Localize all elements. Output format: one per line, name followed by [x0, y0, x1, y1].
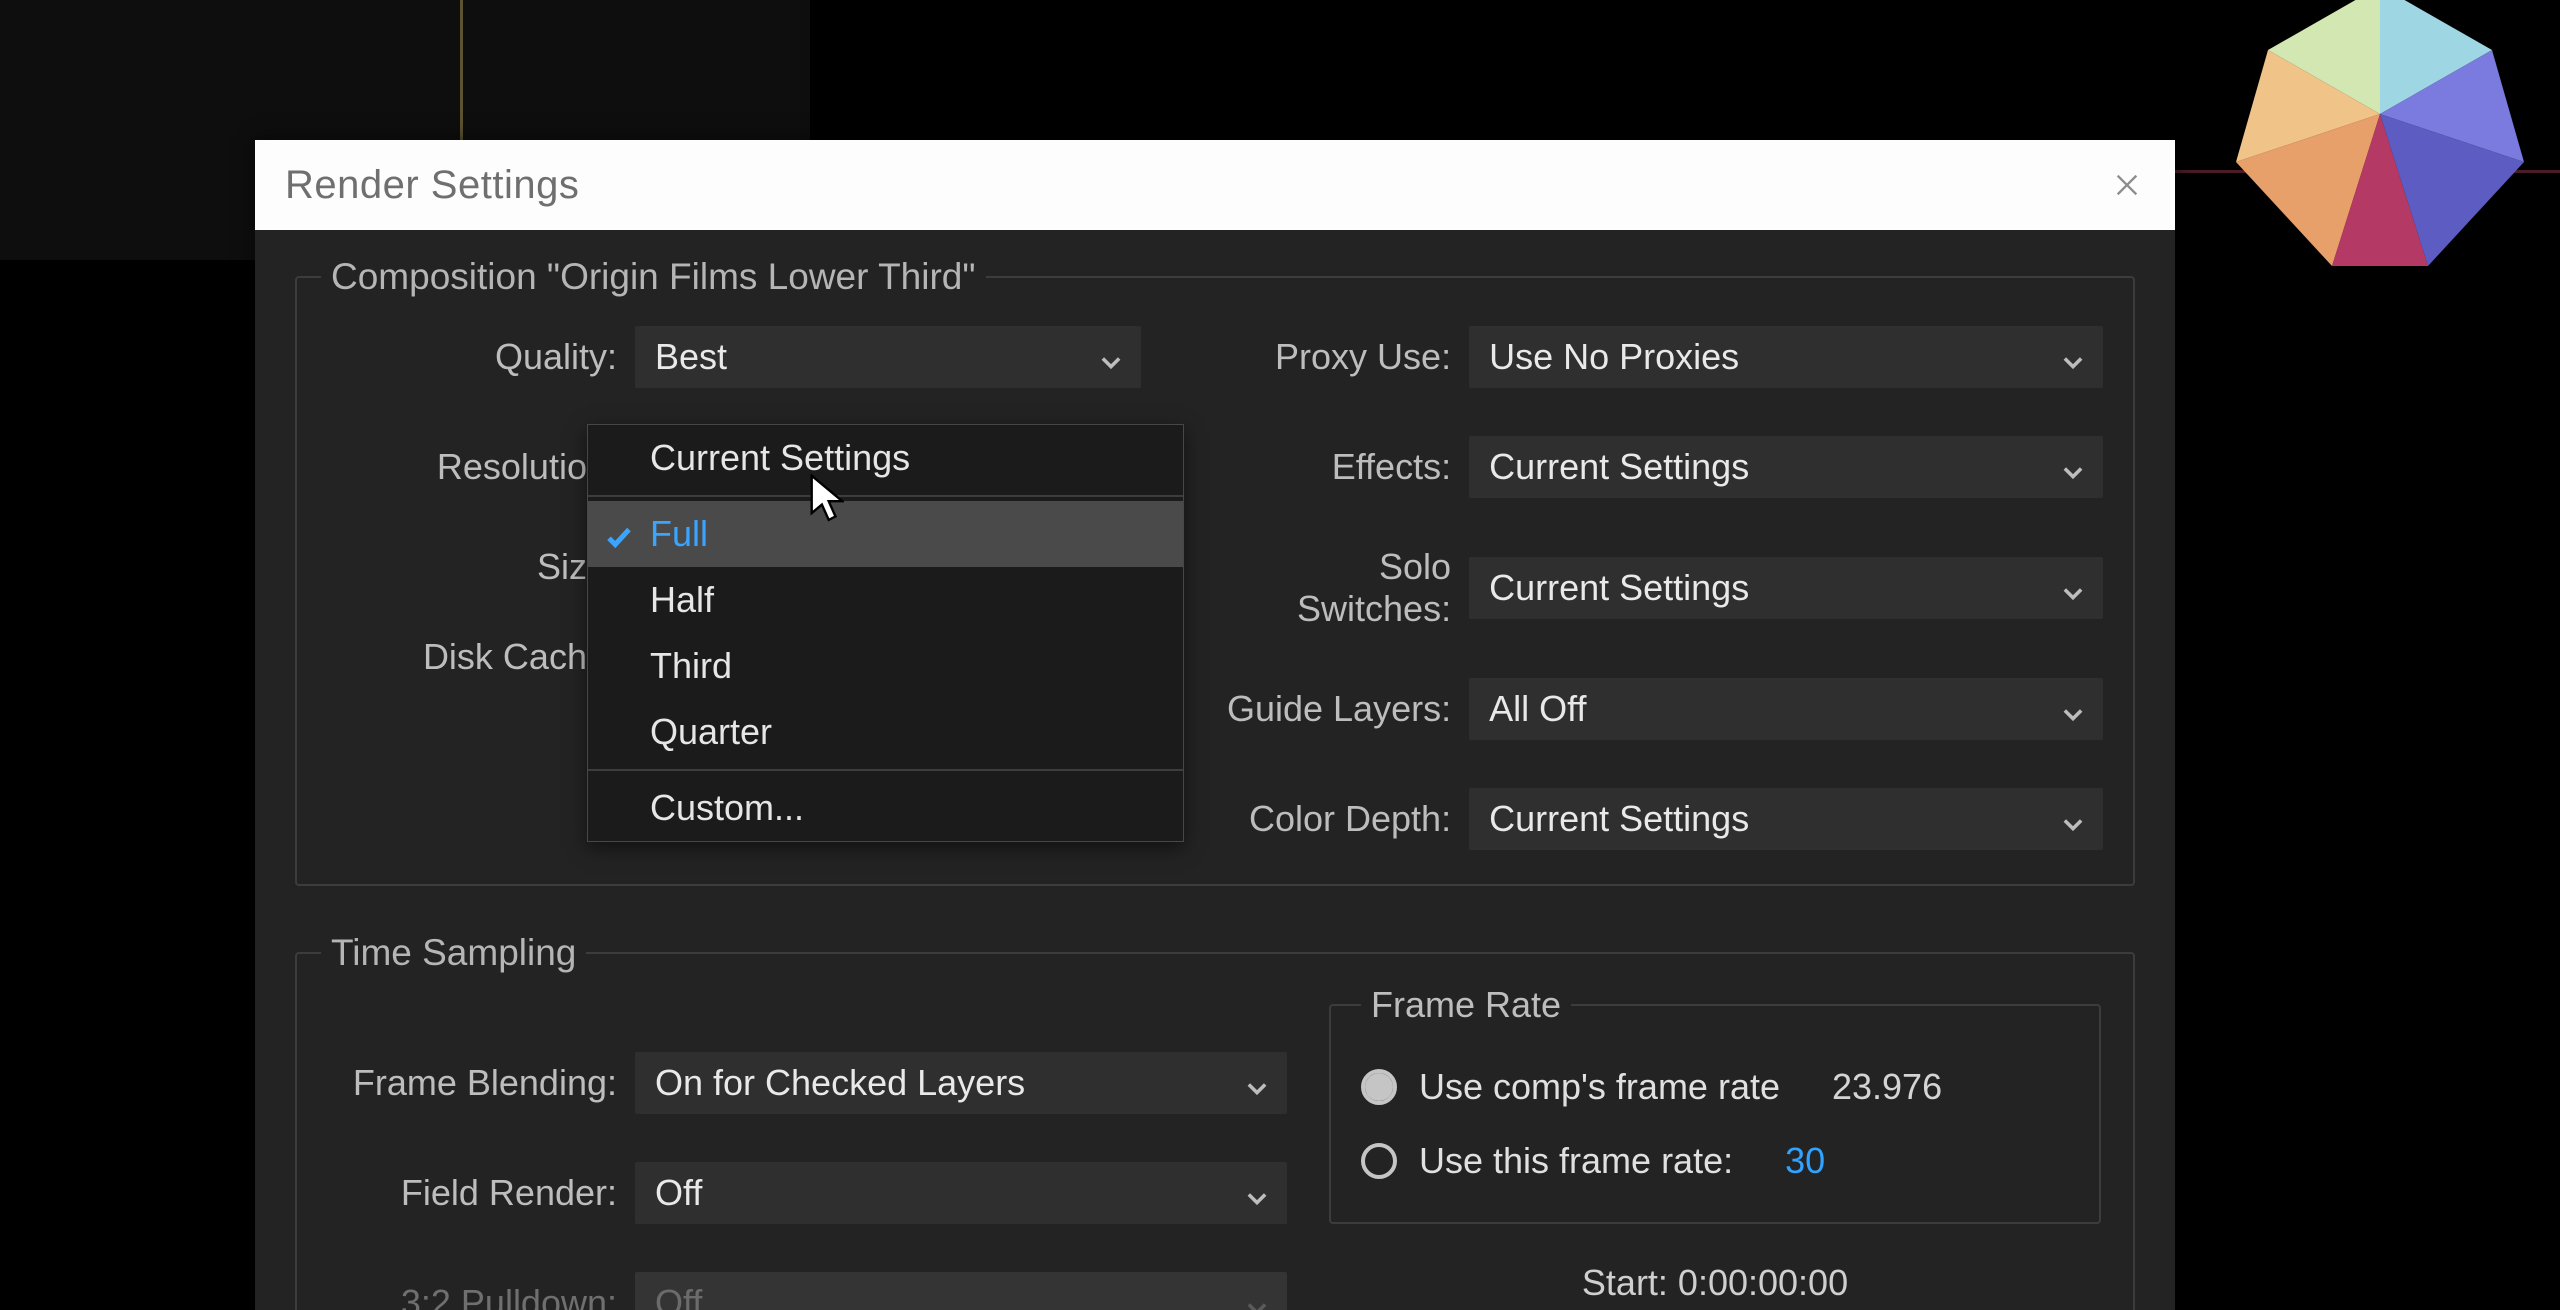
menu-separator [588, 769, 1183, 771]
effects-dropdown[interactable]: Current Settings [1469, 436, 2103, 498]
depth-value: Current Settings [1489, 798, 1749, 840]
chevron-down-icon [2059, 695, 2087, 723]
proxy-dropdown[interactable]: Use No Proxies [1469, 326, 2103, 388]
composition-group: Composition "Origin Films Lower Third" Q… [295, 256, 2135, 886]
custom-frame-rate-value[interactable]: 30 [1785, 1140, 1825, 1182]
field-render-value: Off [655, 1172, 702, 1214]
option-label: Half [650, 579, 714, 621]
time-sampling-group: Time Sampling Frame Blending: On for Che… [295, 932, 2135, 1310]
dialog-body: Composition "Origin Films Lower Third" Q… [255, 230, 2175, 1310]
solo-dropdown[interactable]: Current Settings [1469, 557, 2103, 619]
option-label: Current Settings [650, 437, 910, 479]
option-label: Quarter [650, 711, 772, 753]
option-label: Third [650, 645, 732, 687]
chevron-down-icon [2059, 453, 2087, 481]
comp-frame-rate-value: 23.976 [1832, 1066, 1942, 1108]
effects-label: Effects: [1221, 446, 1469, 488]
resolution-option-third[interactable]: Third [588, 633, 1183, 699]
frame-blending-label: Frame Blending: [327, 1062, 635, 1104]
icosahedron-icon [2220, 0, 2540, 290]
chevron-down-icon [2059, 343, 2087, 371]
frame-rate-group: Frame Rate Use comp's frame rate 23.976 … [1329, 984, 2101, 1224]
chevron-down-icon [2059, 805, 2087, 833]
quality-dropdown[interactable]: Best [635, 326, 1141, 388]
depth-label: Color Depth: [1221, 798, 1469, 840]
time-sampling-legend: Time Sampling [321, 932, 586, 974]
radio-icon [1361, 1143, 1397, 1179]
frame-rate-option-custom[interactable]: Use this frame rate: 30 [1361, 1140, 2069, 1182]
guide-label: Guide Layers: [1221, 688, 1469, 730]
resolution-option-quarter[interactable]: Quarter [588, 699, 1183, 765]
chevron-down-icon [2059, 574, 2087, 602]
pulldown-label: 3:2 Pulldown: [327, 1282, 635, 1310]
close-icon[interactable] [2107, 165, 2147, 205]
solo-value: Current Settings [1489, 567, 1749, 609]
composition-legend: Composition "Origin Films Lower Third" [321, 256, 986, 298]
pulldown-value: Off [655, 1282, 702, 1310]
dialog-titlebar[interactable]: Render Settings [255, 140, 2175, 230]
option-label: Full [650, 513, 708, 555]
pulldown-dropdown: Off [635, 1272, 1287, 1310]
dialog-title: Render Settings [285, 163, 579, 208]
menu-separator [588, 495, 1183, 497]
chevron-down-icon [1243, 1069, 1271, 1097]
chevron-down-icon [1097, 343, 1125, 371]
check-icon [604, 519, 634, 549]
chevron-down-icon [1243, 1179, 1271, 1207]
quality-label: Quality: [327, 336, 635, 378]
resolution-option-half[interactable]: Half [588, 567, 1183, 633]
render-settings-dialog: Render Settings Composition "Origin Film… [255, 140, 2175, 1310]
quality-value: Best [655, 336, 727, 378]
solo-label: Solo Switches: [1221, 546, 1469, 630]
frame-rate-option-comp[interactable]: Use comp's frame rate 23.976 [1361, 1066, 2069, 1108]
resolution-option-custom[interactable]: Custom... [588, 775, 1183, 841]
proxy-label: Proxy Use: [1221, 336, 1469, 378]
field-render-dropdown[interactable]: Off [635, 1162, 1287, 1224]
radio-icon [1361, 1069, 1397, 1105]
depth-dropdown[interactable]: Current Settings [1469, 788, 2103, 850]
radio-label: Use comp's frame rate [1419, 1066, 1780, 1108]
field-render-label: Field Render: [327, 1172, 635, 1214]
resolution-option-current[interactable]: Current Settings [588, 425, 1183, 491]
radio-label: Use this frame rate: [1419, 1140, 1733, 1182]
frame-rate-legend: Frame Rate [1361, 984, 1571, 1026]
frame-blending-value: On for Checked Layers [655, 1062, 1025, 1104]
guide-value: All Off [1489, 688, 1586, 730]
frame-blending-dropdown[interactable]: On for Checked Layers [635, 1052, 1287, 1114]
guide-dropdown[interactable]: All Off [1469, 678, 2103, 740]
proxy-value: Use No Proxies [1489, 336, 1739, 378]
start-time-label: Start: 0:00:00:00 [1327, 1262, 2103, 1304]
chevron-down-icon [1243, 1289, 1271, 1310]
effects-value: Current Settings [1489, 446, 1749, 488]
option-label: Custom... [650, 787, 804, 829]
resolution-menu: Current Settings Full Half Third Quarter [587, 424, 1184, 842]
resolution-option-full[interactable]: Full [588, 501, 1183, 567]
